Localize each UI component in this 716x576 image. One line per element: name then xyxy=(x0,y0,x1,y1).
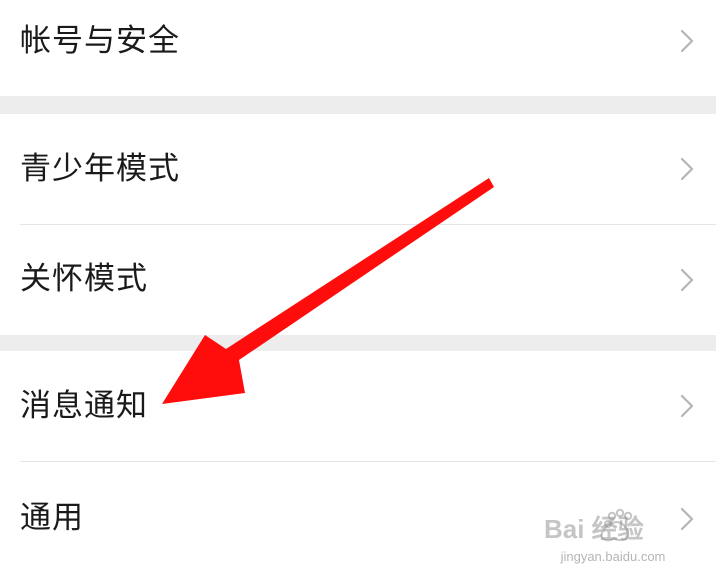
settings-item-label: 消息通知 xyxy=(20,387,148,424)
chevron-right-icon xyxy=(680,394,694,418)
settings-item-label: 帐号与安全 xyxy=(20,22,180,59)
settings-group-general: 消息通知 通用 xyxy=(0,351,716,576)
settings-item-general[interactable]: 通用 xyxy=(0,461,716,576)
chevron-right-icon xyxy=(680,268,694,291)
chevron-right-icon xyxy=(680,507,694,530)
settings-item-care-mode[interactable]: 关怀模式 xyxy=(0,224,716,335)
settings-group-account: 帐号与安全 xyxy=(0,0,716,96)
chevron-right-icon xyxy=(680,157,694,181)
settings-item-account-security[interactable]: 帐号与安全 xyxy=(0,0,716,96)
settings-page: 帐号与安全 青少年模式 关怀模式 消息通知 通用 Bai 经验 jingyan.… xyxy=(0,0,716,576)
settings-item-notifications[interactable]: 消息通知 xyxy=(0,351,716,461)
settings-group-modes: 青少年模式 关怀模式 xyxy=(0,114,716,335)
settings-item-label: 关怀模式 xyxy=(20,261,148,297)
chevron-right-icon xyxy=(680,29,694,53)
settings-item-youth-mode[interactable]: 青少年模式 xyxy=(0,114,716,224)
settings-item-label: 通用 xyxy=(20,500,84,536)
settings-item-label: 青少年模式 xyxy=(20,150,180,187)
